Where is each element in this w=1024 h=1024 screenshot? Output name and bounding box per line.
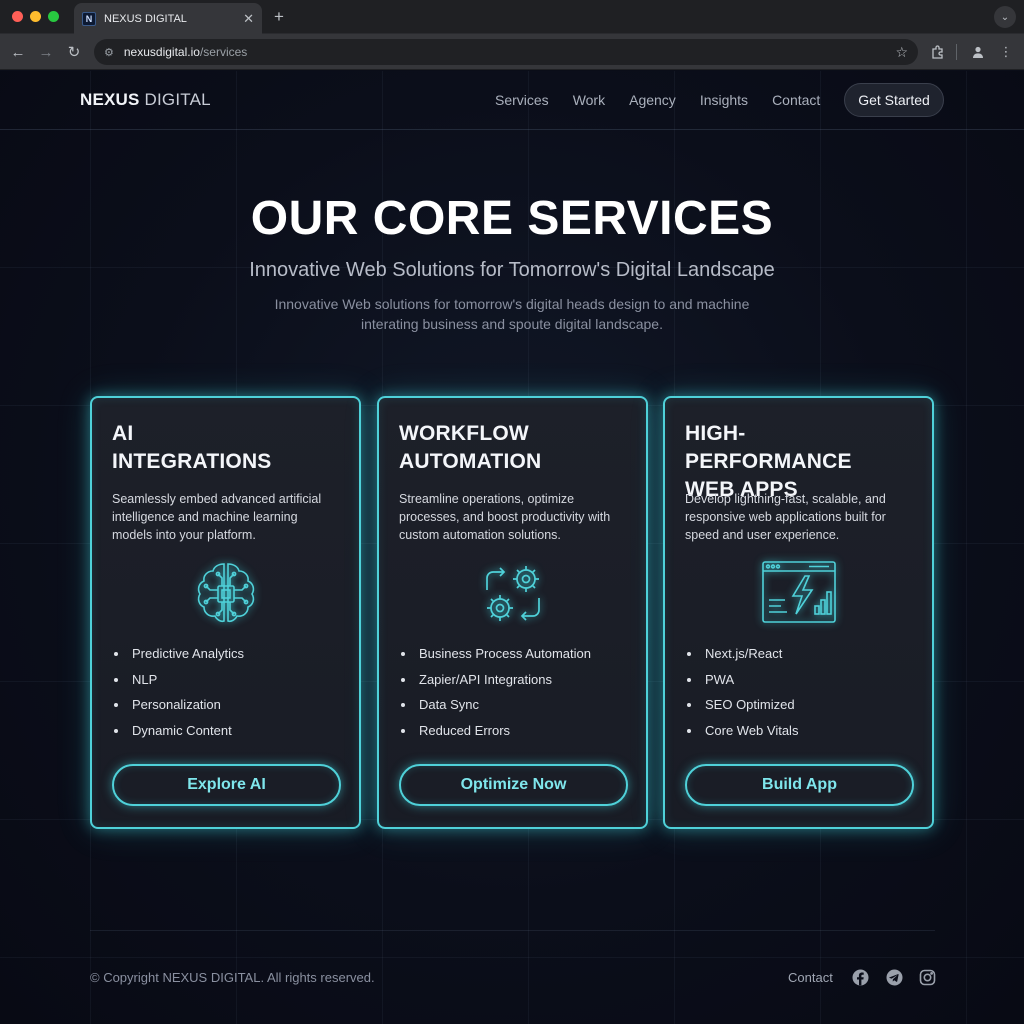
nav-contact[interactable]: Contact bbox=[772, 92, 820, 108]
explore-ai-button[interactable]: Explore AI bbox=[112, 764, 341, 806]
card-description: Streamline operations, optimize processe… bbox=[399, 492, 611, 542]
instagram-icon[interactable] bbox=[918, 968, 936, 986]
close-window-button[interactable] bbox=[12, 11, 23, 22]
browser-lightning-icon bbox=[665, 556, 932, 632]
page: NEXUS DIGITAL Services Work Agency Insig… bbox=[0, 71, 1024, 1024]
get-started-button[interactable]: Get Started bbox=[844, 83, 944, 117]
page-description: Innovative Web solutions for tomorrow's … bbox=[274, 296, 750, 332]
back-button[interactable]: ← bbox=[8, 42, 28, 62]
nav-work[interactable]: Work bbox=[573, 92, 605, 108]
facebook-icon[interactable] bbox=[851, 968, 869, 986]
telegram-icon[interactable] bbox=[885, 968, 903, 986]
forward-button[interactable]: → bbox=[36, 42, 56, 62]
card-description: Seamlessly embed advanced artificial int… bbox=[112, 492, 322, 542]
page-subtitle: Innovative Web Solutions for Tomorrow's … bbox=[249, 259, 775, 281]
browser-tabbar: N NEXUS DIGITAL ✕ + ⌄ bbox=[0, 0, 1024, 34]
service-card-ai: AI INTEGRATIONS Seamlessly embed advanced… bbox=[90, 396, 361, 829]
tab-title: NEXUS DIGITAL bbox=[104, 12, 187, 25]
list-item: PWA bbox=[685, 670, 798, 696]
new-tab-button[interactable]: + bbox=[268, 6, 290, 28]
site-settings-icon[interactable]: ⚙ bbox=[104, 46, 114, 59]
brain-chip-icon bbox=[92, 556, 359, 632]
main-nav: Services Work Agency Insights Contact bbox=[495, 92, 820, 108]
nav-insights[interactable]: Insights bbox=[700, 92, 748, 108]
nav-agency[interactable]: Agency bbox=[629, 92, 676, 108]
feature-list: Next.js/React PWA SEO Optimized Core Web… bbox=[685, 644, 798, 746]
minimize-window-button[interactable] bbox=[30, 11, 41, 22]
tab-close-icon[interactable]: ✕ bbox=[243, 11, 254, 27]
browser-menu-icon[interactable]: ⋮ bbox=[996, 42, 1016, 62]
card-title: WORKFLOW AUTOMATION bbox=[399, 422, 542, 473]
favicon-icon: N bbox=[82, 11, 96, 26]
card-title: HIGH-PERFORMANCE WEB APPS bbox=[685, 422, 852, 501]
service-card-automation: WORKFLOW AUTOMATION Streamline operations… bbox=[377, 396, 648, 829]
window-controls bbox=[12, 11, 59, 22]
reload-button[interactable]: ↻ bbox=[64, 42, 84, 62]
bookmark-star-icon[interactable]: ☆ bbox=[895, 44, 908, 61]
tab-search-button[interactable]: ⌄ bbox=[994, 6, 1016, 28]
address-bar[interactable]: ⚙ nexusdigital.io/services ☆ bbox=[94, 39, 918, 65]
optimize-now-button[interactable]: Optimize Now bbox=[399, 764, 628, 806]
list-item: Core Web Vitals bbox=[685, 721, 798, 747]
site-header: NEXUS DIGITAL Services Work Agency Insig… bbox=[0, 71, 1024, 130]
toolbar-divider bbox=[956, 44, 957, 60]
feature-list: Business Process Automation Zapier/API I… bbox=[399, 644, 591, 746]
gears-cycle-icon bbox=[379, 556, 646, 632]
list-item: Predictive Analytics bbox=[112, 644, 244, 670]
maximize-window-button[interactable] bbox=[48, 11, 59, 22]
feature-list: Predictive Analytics NLP Personalization… bbox=[112, 644, 244, 746]
build-app-button[interactable]: Build App bbox=[685, 764, 914, 806]
browser-toolbar: ← → ↻ ⚙ nexusdigital.io/services ☆ ⋮ bbox=[0, 34, 1024, 70]
list-item: Zapier/API Integrations bbox=[399, 670, 591, 696]
card-description: Develop lightning-fast, scalable, and re… bbox=[685, 492, 886, 542]
service-card-web-apps: HIGH-PERFORMANCE WEB APPS Develop lightni… bbox=[663, 396, 934, 829]
copyright-text: © Copyright NEXUS DIGITAL. All rights re… bbox=[90, 970, 375, 985]
list-item: Data Sync bbox=[399, 695, 591, 721]
list-item: Reduced Errors bbox=[399, 721, 591, 747]
url-text[interactable]: nexusdigital.io/services bbox=[124, 45, 896, 59]
profile-icon[interactable] bbox=[968, 42, 988, 62]
footer-divider bbox=[90, 930, 935, 931]
logo[interactable]: NEXUS DIGITAL bbox=[80, 90, 211, 110]
list-item: Personalization bbox=[112, 695, 244, 721]
nav-services[interactable]: Services bbox=[495, 92, 549, 108]
list-item: Next.js/React bbox=[685, 644, 798, 670]
page-title: OUR CORE SERVICES bbox=[250, 192, 774, 245]
list-item: NLP bbox=[112, 670, 244, 696]
card-title: AI INTEGRATIONS bbox=[112, 422, 272, 473]
list-item: SEO Optimized bbox=[685, 695, 798, 721]
browser-tab[interactable]: N NEXUS DIGITAL ✕ bbox=[74, 3, 262, 34]
list-item: Business Process Automation bbox=[399, 644, 591, 670]
footer-contact-link[interactable]: Contact bbox=[788, 970, 833, 985]
extensions-icon[interactable] bbox=[928, 42, 948, 62]
list-item: Dynamic Content bbox=[112, 721, 244, 747]
